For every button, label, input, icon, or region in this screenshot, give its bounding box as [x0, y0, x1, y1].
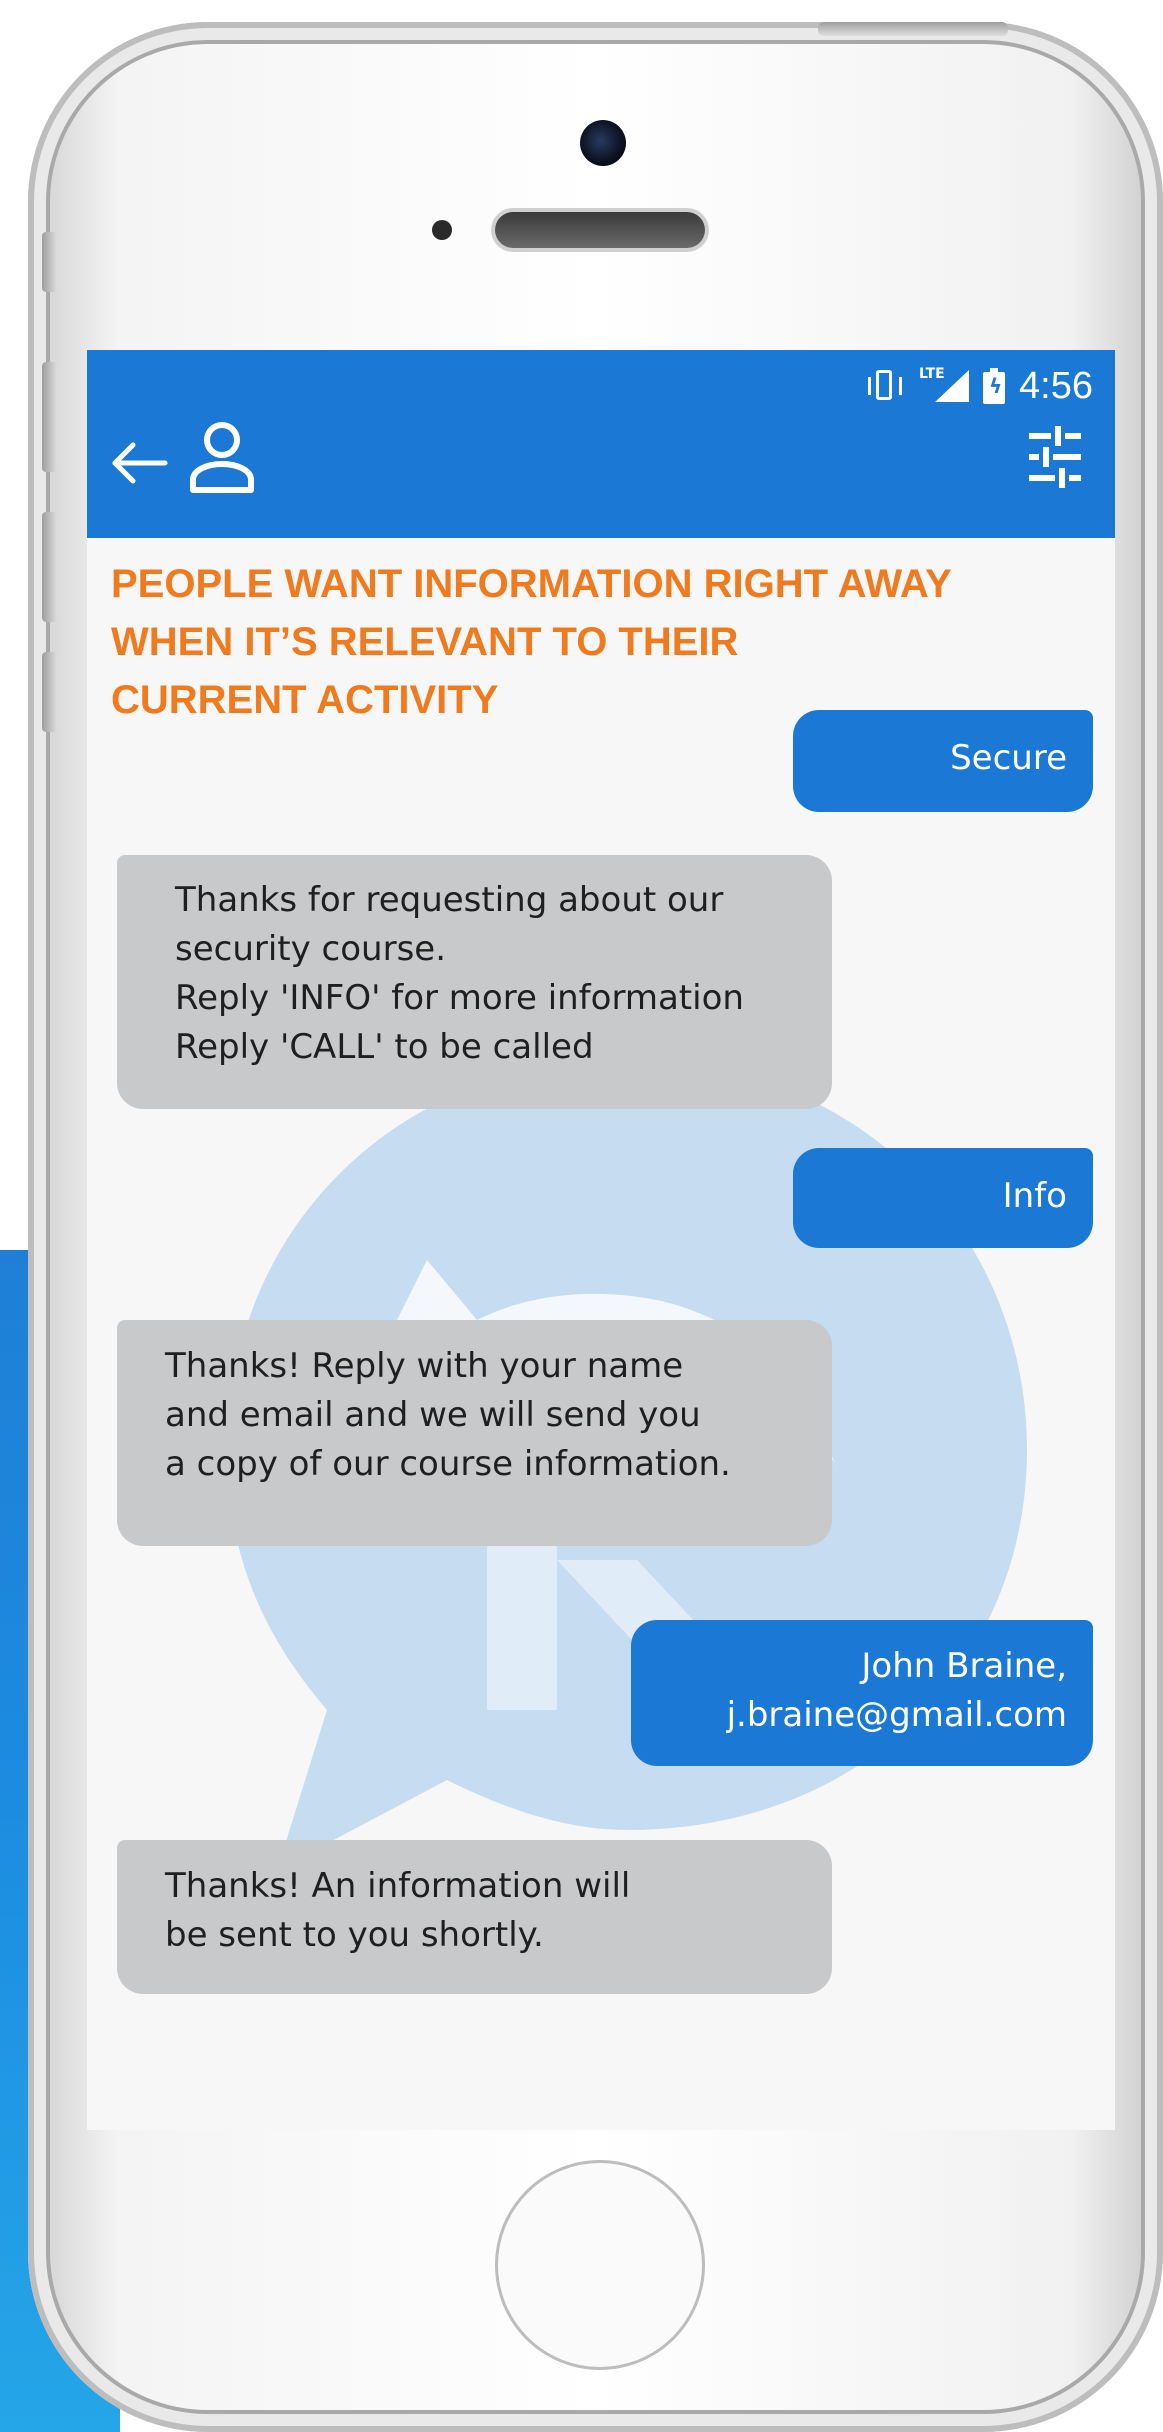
volume-up-button: [42, 362, 58, 472]
incoming-message[interactable]: Thanks! Reply with your name and email a…: [117, 1320, 832, 1546]
incoming-message[interactable]: Thanks for requesting about our security…: [117, 855, 832, 1109]
mute-switch: [42, 232, 58, 292]
headline-line: WHEN IT’S RELEVANT TO THEIR: [111, 620, 739, 664]
message-text: Info: [1002, 1176, 1067, 1216]
message-text: j.braine@gmail.com: [726, 1695, 1067, 1735]
message-text: security course.: [175, 929, 447, 969]
power-button: [818, 22, 1008, 36]
message-text: Reply 'CALL' to be called: [175, 1027, 594, 1067]
vibrate-icon: [865, 368, 905, 404]
proximity-sensor: [432, 220, 452, 240]
phone-screen: LTE ϟ 4:56 PEOPLE WANT INFORMATION RIGHT…: [87, 350, 1115, 2130]
battery-charging-icon: ϟ: [983, 368, 1006, 404]
side-button: [42, 652, 58, 732]
tune-icon[interactable]: [1025, 422, 1085, 492]
status-bar: LTE ϟ 4:56: [865, 360, 1093, 412]
message-text: a copy of our course information.: [165, 1444, 731, 1484]
outgoing-message[interactable]: Secure: [793, 710, 1093, 812]
status-time: 4:56: [1019, 364, 1093, 407]
earpiece-speaker: [495, 212, 705, 248]
message-text: be sent to you shortly.: [165, 1915, 544, 1955]
outgoing-message[interactable]: John Braine, j.braine@gmail.com: [631, 1620, 1093, 1766]
incoming-message[interactable]: Thanks! An information will be sent to y…: [117, 1840, 832, 1994]
message-text: Thanks for requesting about our: [175, 880, 724, 920]
person-icon[interactable]: [187, 418, 257, 498]
message-text: and email and we will send you: [165, 1395, 701, 1435]
message-text: Secure: [950, 738, 1067, 778]
message-text: Reply 'INFO' for more information: [175, 978, 744, 1018]
front-camera: [580, 120, 626, 166]
outgoing-message[interactable]: Info: [793, 1148, 1093, 1248]
signal-icon: LTE: [919, 366, 970, 404]
headline-line: PEOPLE WANT INFORMATION RIGHT AWAY: [111, 562, 952, 606]
message-text: John Braine,: [861, 1646, 1067, 1686]
back-arrow-icon[interactable]: [109, 428, 169, 498]
message-text: Thanks! An information will: [165, 1866, 631, 1906]
headline: PEOPLE WANT INFORMATION RIGHT AWAY WHEN …: [111, 555, 1091, 729]
app-bar: LTE ϟ 4:56: [87, 350, 1115, 538]
home-button[interactable]: [495, 2160, 705, 2370]
message-text: Thanks! Reply with your name: [165, 1346, 684, 1386]
volume-down-button: [42, 512, 58, 622]
